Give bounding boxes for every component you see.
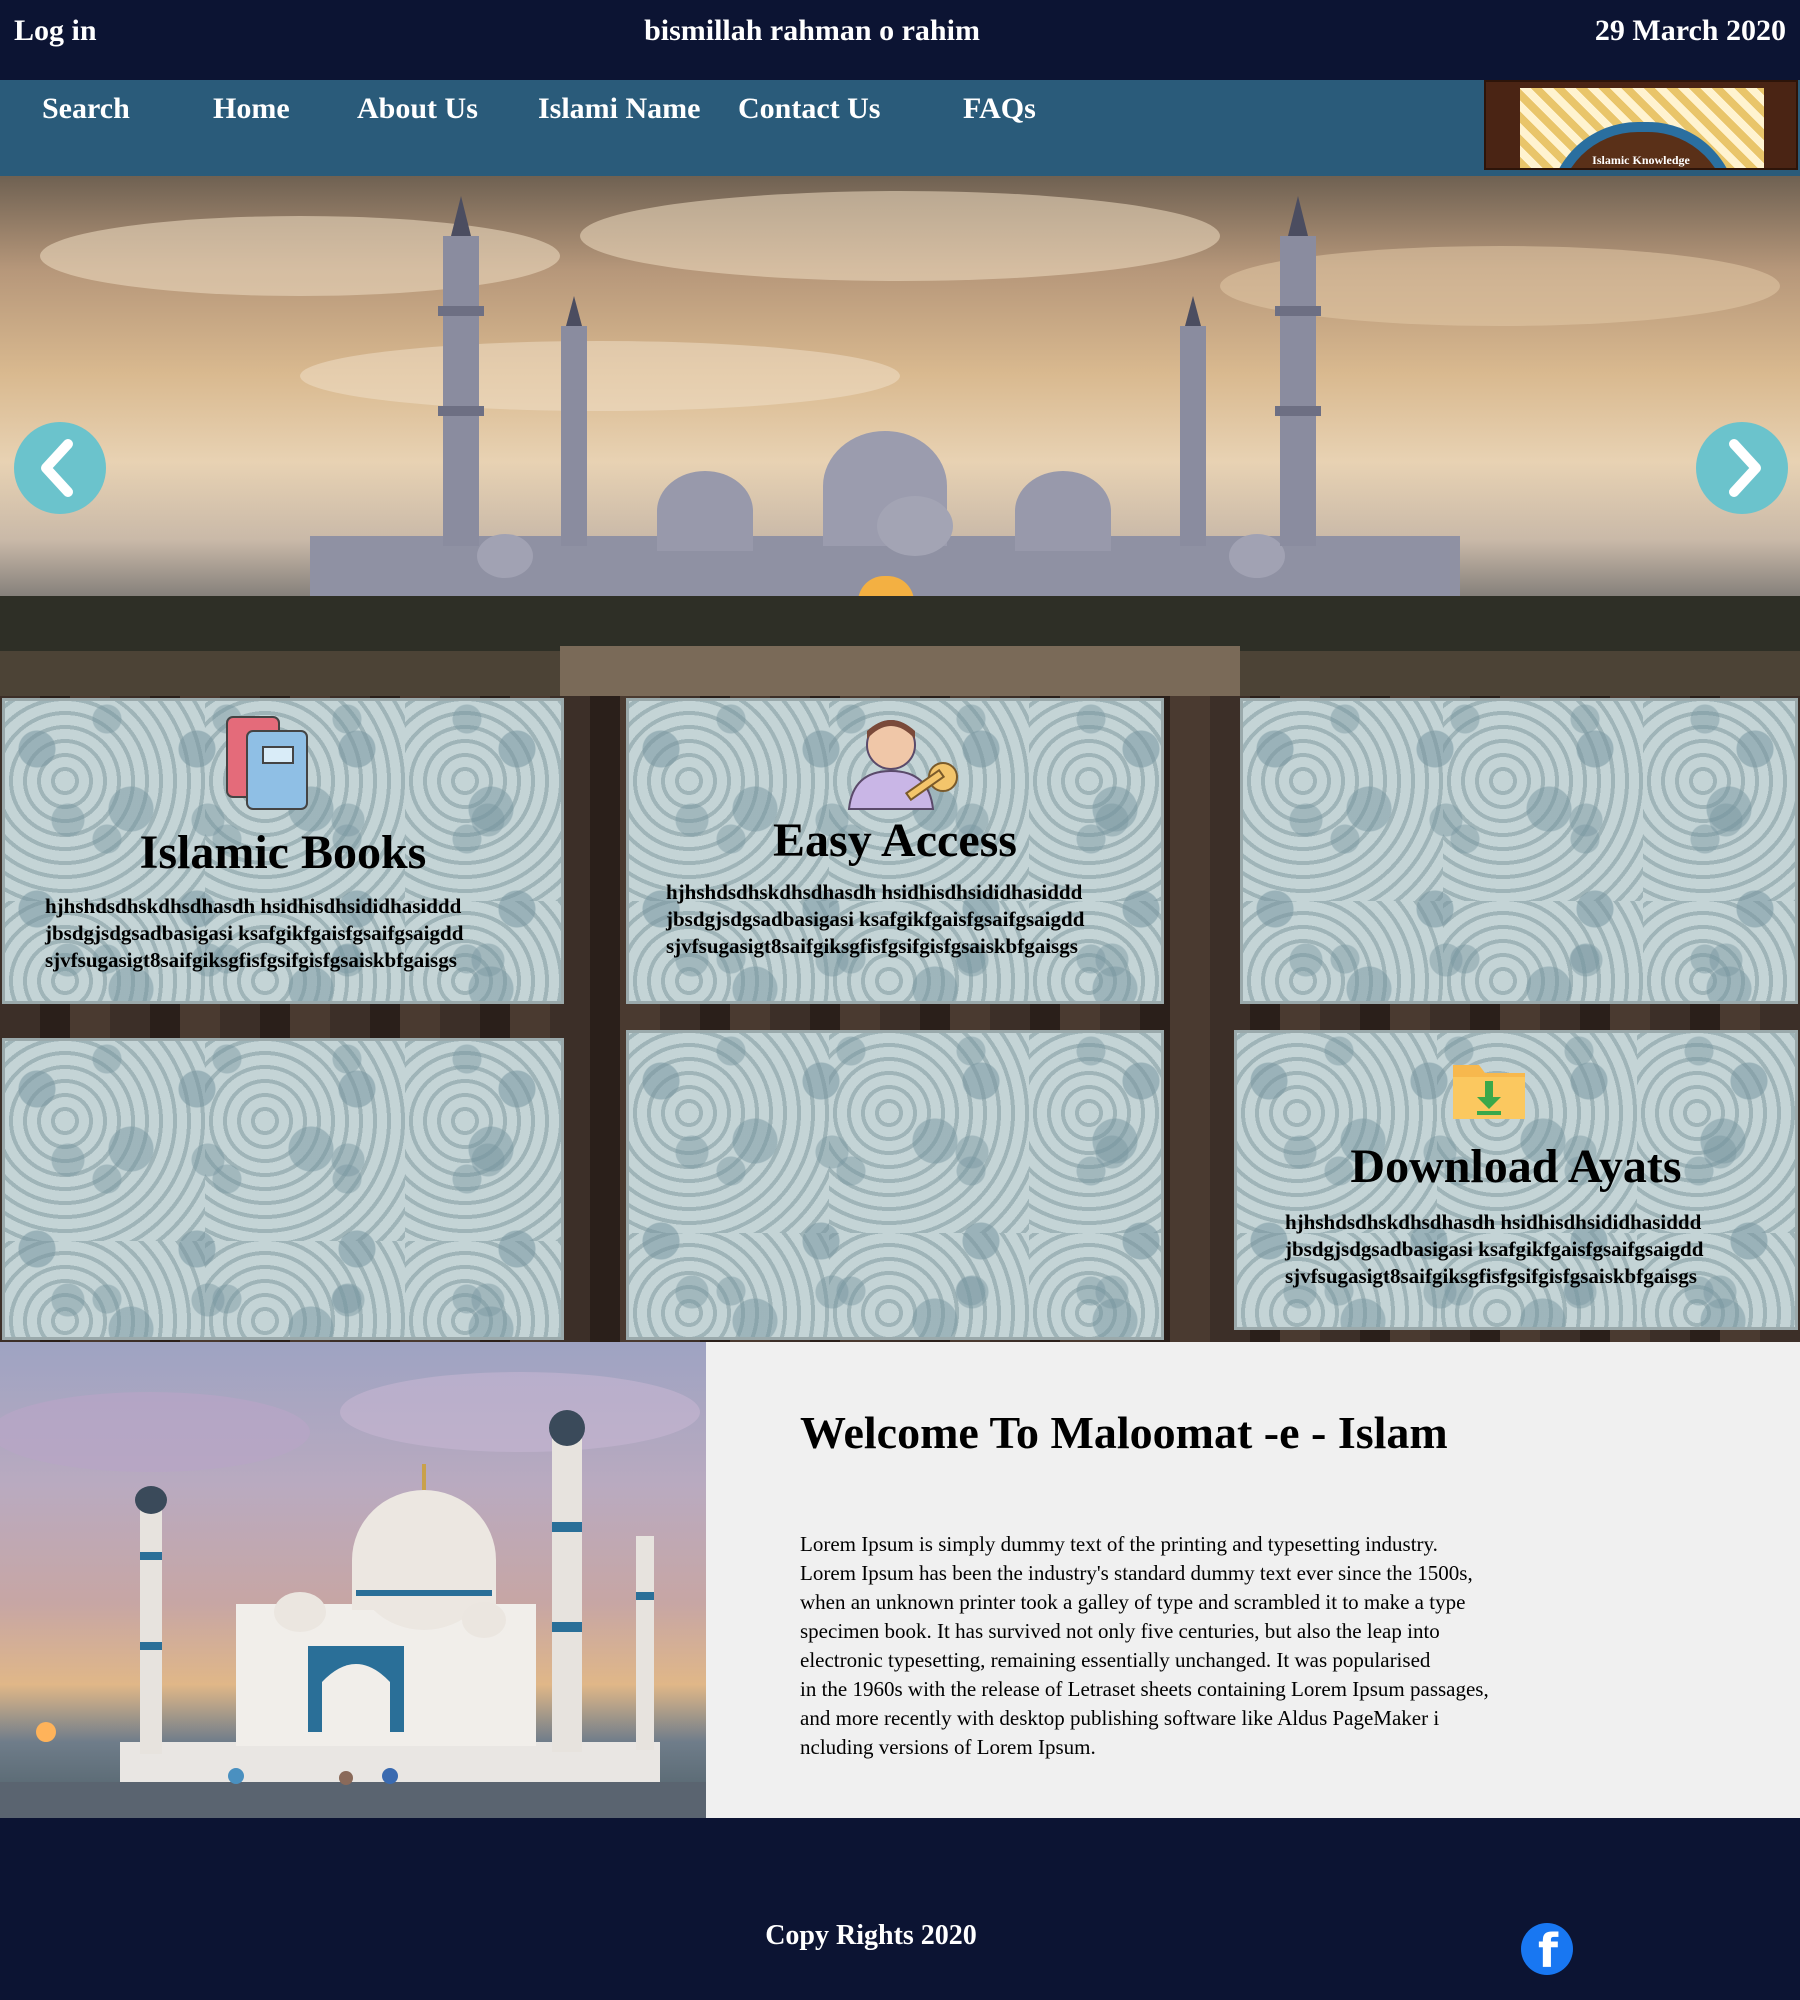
feature-grid: Islamic Books hjhshdsdhskdhsdhasdh hsidh… [0,696,1800,1342]
logo-text: Islamic Knowledge [1592,153,1690,167]
tile-title: Islamic Books [139,826,427,879]
site-logo[interactable]: Islamic Knowledge [1484,80,1798,170]
user-key-icon [845,713,961,818]
tile-title: Download Ayats [1350,1140,1682,1193]
welcome-panel: Welcome To Maloomat -e - Islam Lorem Ips… [706,1342,1800,1818]
tile-download-ayats[interactable]: Download Ayats hjhshdsdhskdhsdhasdh hsid… [1234,1030,1798,1330]
slider-prev-button[interactable] [14,422,106,514]
books-icon [225,713,311,818]
tile-islamic-books[interactable]: Islamic Books hjhshdsdhskdhsdhasdh hsidh… [2,698,564,1004]
mosque-photo [0,1372,706,1818]
tile-empty [2,1038,564,1340]
hero-slider [0,176,1800,696]
tile-description: hjhshdsdhskdhsdhasdh hsidhisdhsididhasid… [1285,1210,1704,1288]
chevron-right-icon [1729,439,1761,497]
mosque-image [0,191,1800,696]
current-date: 29 March 2020 [1594,14,1786,47]
taj-mahal-image [0,1342,706,1818]
tile-easy-access[interactable]: Easy Access hjhshdsdhskdhsdhasdh hsidhis… [626,698,1164,1004]
nav-item-home[interactable]: Home [213,92,290,126]
tile-empty [626,1030,1164,1340]
greeting-text: bismillah rahman o rahim [644,14,980,47]
chevron-left-icon [41,439,73,497]
top-bar: Log in bismillah rahman o rahim 29 March… [0,0,1800,80]
facebook-icon[interactable]: f [1521,1923,1573,1975]
welcome-heading: Welcome To Maloomat -e - Islam [800,1407,1448,1458]
nav-item-search[interactable]: Search [42,92,130,126]
welcome-body: Lorem Ipsum is simply dummy text of the … [800,1532,1489,1759]
tile-description: hjhshdsdhskdhsdhasdh hsidhisdhsididhasid… [666,880,1085,958]
tile-title: Easy Access [773,814,1017,867]
nav-item-islami-name[interactable]: Islami Name [538,92,700,126]
tile-description: hjhshdsdhskdhsdhasdh hsidhisdhsididhasid… [45,894,464,972]
slider-next-button[interactable] [1696,422,1788,514]
tile-empty [1240,698,1798,1004]
nav-item-faqs[interactable]: FAQs [963,92,1036,126]
nav-item-about-us[interactable]: About Us [357,92,478,126]
footer: Copy Rights 2020 f [0,1818,1800,2000]
copyright-text: Copy Rights 2020 [765,1920,977,1951]
download-folder-icon [1451,1057,1527,1126]
nav-item-contact-us[interactable]: Contact Us [738,92,881,126]
